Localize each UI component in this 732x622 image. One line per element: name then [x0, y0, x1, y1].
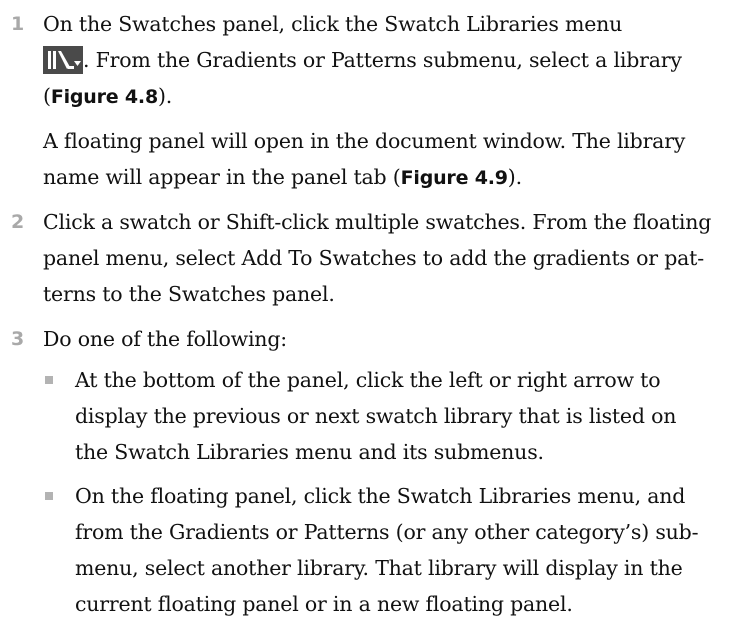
bullet-icon	[45, 492, 53, 500]
step-1-text: On the Swatches panel, click the Swatch …	[43, 6, 723, 114]
bullet-icon	[45, 376, 53, 384]
text-line: terns to the Swatches panel.	[43, 282, 335, 306]
bullet-text: At the bottom of the panel, click the le…	[75, 362, 725, 470]
note-text: A floating panel will open in the docume…	[43, 123, 723, 195]
text-line: Do one of the following:	[43, 327, 287, 351]
text-line: display the previous or next swatch libr…	[75, 404, 677, 428]
text-line: On the Swatches panel, click the Swatch …	[43, 12, 623, 36]
swatch-libraries-menu-icon	[43, 45, 83, 74]
step-number: 1	[11, 13, 25, 35]
text-line: menu, select another library. That libra…	[75, 556, 683, 580]
text-line: the Swatch Libraries menu and its submen…	[75, 440, 544, 464]
text-line: Click a swatch or Shift-click multiple s…	[43, 210, 712, 234]
figure-reference: Figure 4.9	[400, 167, 508, 189]
text-line: panel menu, select Add To Swatches to ad…	[43, 246, 704, 270]
step-number: 3	[11, 328, 25, 350]
step-3-text: Do one of the following:	[43, 321, 723, 357]
text-line: A floating panel will open in the docume…	[43, 129, 686, 153]
text-line: . From the Gradients or Patterns submenu…	[43, 42, 723, 78]
figure-reference: Figure 4.8	[50, 86, 158, 108]
text-line: (Figure 4.8).	[43, 84, 173, 108]
text-line: current floating panel or in a new float…	[75, 592, 573, 616]
text-line: On the floating panel, click the Swatch …	[75, 484, 686, 508]
text-line: from the Gradients or Patterns (or any o…	[75, 520, 699, 544]
bullet-text: On the floating panel, click the Swatch …	[75, 478, 725, 622]
text-line: name will appear in the panel tab (Figur…	[43, 165, 522, 189]
text-line: At the bottom of the panel, click the le…	[75, 368, 661, 392]
step-number: 2	[11, 211, 25, 233]
step-2-text: Click a swatch or Shift-click multiple s…	[43, 204, 723, 312]
